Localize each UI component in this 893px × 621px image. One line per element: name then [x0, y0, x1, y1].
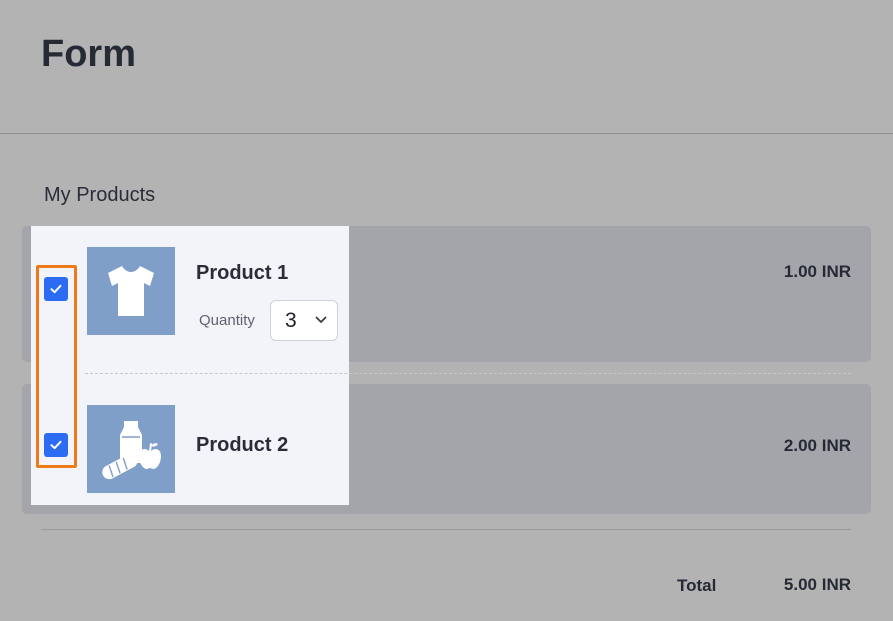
page-header: Form [0, 0, 893, 134]
product-1-price: 1.00 INR [783, 262, 851, 281]
row-separator [85, 373, 851, 374]
chevron-down-icon [315, 316, 327, 323]
page-title: Form [41, 33, 136, 75]
t-shirt-icon [108, 266, 154, 316]
product-2-price: 2.00 INR [783, 436, 851, 455]
quantity-value: 3 [285, 309, 297, 332]
groceries-icon [102, 421, 161, 480]
product-1-name: Product 1 [196, 262, 289, 284]
product-2-name: Product 2 [196, 434, 289, 456]
quantity-select[interactable]: 3 [270, 300, 338, 341]
quantity-label: Quantity [199, 312, 255, 329]
product-1-image [87, 247, 175, 335]
total-label: Total [677, 576, 717, 595]
spotlight-area [31, 226, 349, 505]
section-title: My Products [44, 184, 156, 206]
total-value: 5.00 INR [783, 575, 851, 594]
product-2-image [87, 405, 175, 493]
summary-divider [41, 529, 851, 530]
checkbox-highlight-frame [36, 265, 77, 468]
